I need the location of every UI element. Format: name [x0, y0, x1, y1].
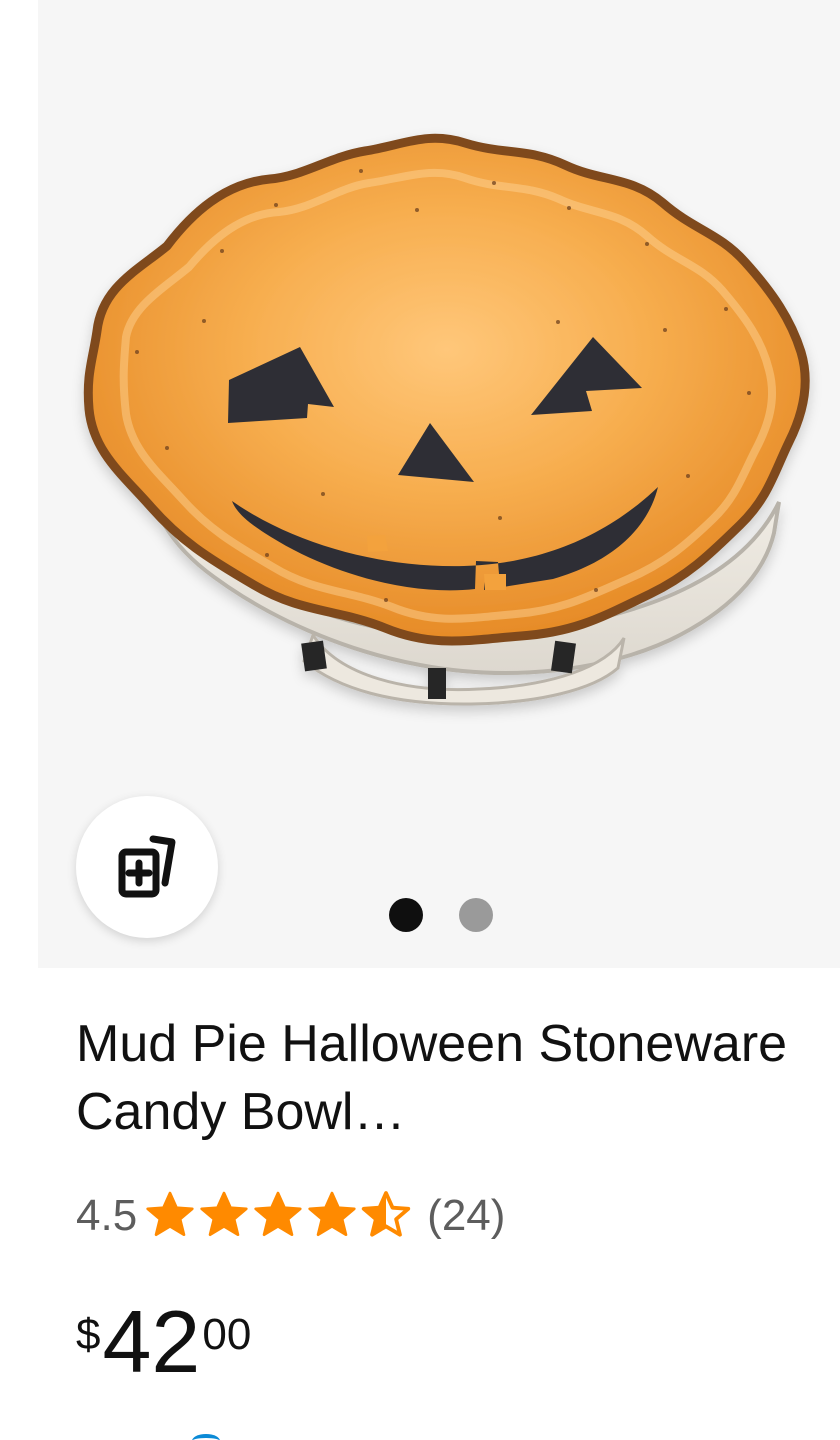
pumpkin-bowl [83, 133, 810, 706]
product-image-area[interactable] [38, 0, 840, 968]
compare-button[interactable] [76, 796, 218, 938]
image-pagination[interactable] [389, 898, 493, 932]
price-currency-symbol: $ [76, 1310, 101, 1359]
star-rating[interactable] [143, 1189, 413, 1243]
image-page-1-dot[interactable] [389, 898, 423, 932]
price-whole: 42 [102, 1292, 201, 1391]
review-count[interactable]: (24) [427, 1191, 505, 1241]
partially-visible-link-mark [192, 1434, 220, 1440]
left-edge-strip [0, 0, 39, 1440]
star-full-icon [146, 1191, 194, 1237]
image-page-2-dot[interactable] [459, 898, 493, 932]
star-full-icon [254, 1191, 302, 1237]
star-full-icon [200, 1191, 248, 1237]
product-title[interactable]: Mud Pie Halloween Stoneware Candy Bowl… [76, 1010, 796, 1146]
compare-cards-icon [118, 835, 176, 898]
product-results-screen: Mud Pie Halloween Stoneware Candy Bowl… … [0, 0, 840, 1440]
rating-row[interactable]: 4.5 (24) [76, 1188, 505, 1244]
star-half-icon [361, 1191, 411, 1237]
rating-value: 4.5 [76, 1191, 138, 1240]
star-full-icon [308, 1191, 356, 1237]
product-card[interactable]: Mud Pie Halloween Stoneware Candy Bowl… … [38, 0, 840, 1440]
price-fraction: 00 [202, 1310, 252, 1359]
product-price: $ 42 00 [76, 1296, 251, 1392]
